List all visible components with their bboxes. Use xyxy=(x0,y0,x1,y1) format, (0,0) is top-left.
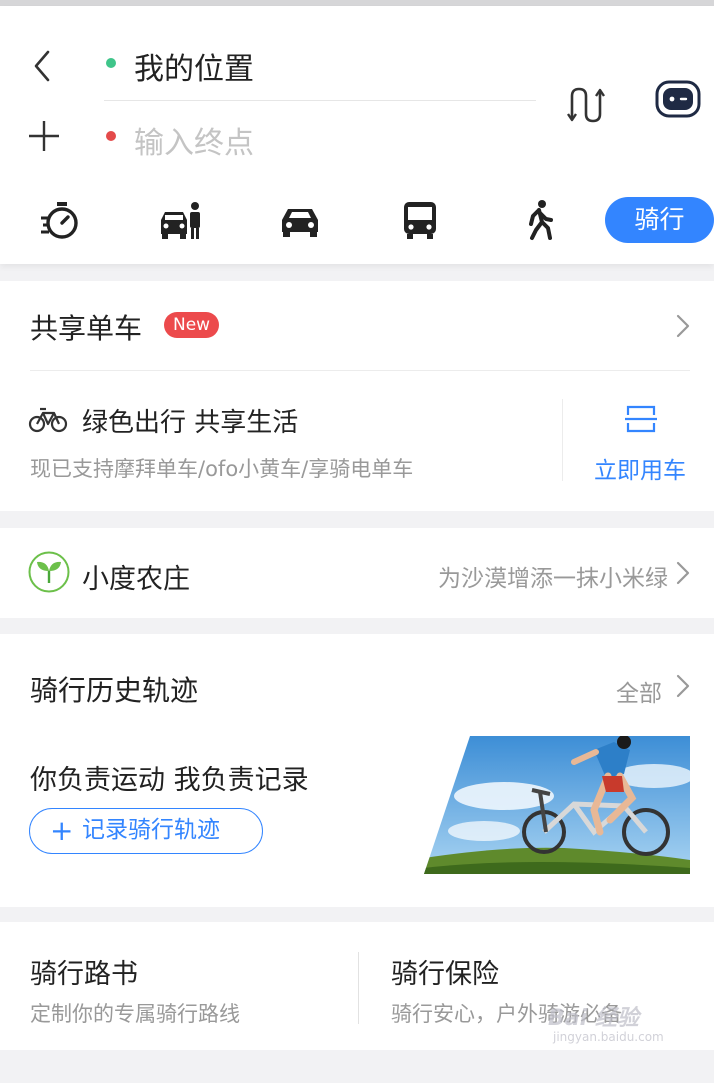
bus-icon[interactable] xyxy=(398,198,442,242)
chevron-right-icon[interactable] xyxy=(676,314,690,338)
mode-cycling-tab[interactable]: 骑行 xyxy=(605,197,714,243)
insurance-title[interactable]: 骑行保险 xyxy=(391,952,499,991)
farm-card[interactable]: 小度农庄 为沙漠增添一抹小米绿 xyxy=(0,528,714,618)
shared-bike-card: 共享单车 New 绿色出行 共享生活 现已支持摩拜单车/ofo小黄车/享骑电单车… xyxy=(0,281,714,511)
new-badge: New xyxy=(164,312,220,338)
vertical-divider xyxy=(562,399,563,481)
add-waypoint-icon[interactable] xyxy=(26,118,62,154)
divider xyxy=(30,370,690,371)
plus-icon: + xyxy=(50,814,74,847)
chevron-right-icon[interactable] xyxy=(676,674,690,698)
robot-assistant-icon[interactable] xyxy=(655,80,701,118)
destination-input[interactable]: 输入终点 xyxy=(134,118,254,162)
history-slogan: 你负责运动 我负责记录 xyxy=(30,765,309,796)
swap-route-icon[interactable] xyxy=(566,84,606,126)
car-icon[interactable] xyxy=(278,198,322,242)
supported-providers: 现已支持摩拜单车/ofo小黄车/享骑电单车 xyxy=(30,457,414,481)
walk-icon[interactable] xyxy=(518,198,562,242)
sprout-icon xyxy=(28,551,70,593)
input-divider xyxy=(104,100,536,101)
history-all-link[interactable]: 全部 xyxy=(616,674,662,708)
route-book-title[interactable]: 骑行路书 xyxy=(30,952,138,991)
record-track-button[interactable]: + 记录骑行轨迹 xyxy=(29,808,263,854)
back-arrow-icon[interactable] xyxy=(28,46,58,86)
cyclist-photo xyxy=(424,736,690,874)
timer-icon[interactable] xyxy=(38,198,82,242)
vertical-divider xyxy=(358,952,359,1024)
start-dot xyxy=(106,58,116,68)
cycling-history-card: 骑行历史轨迹 全部 你负责运动 我负责记录 + 记录骑行轨迹 xyxy=(0,634,714,907)
route-header: 我的位置 输入终点 骑行 xyxy=(0,6,714,264)
end-dot xyxy=(106,131,116,141)
bicycle-icon xyxy=(28,407,68,433)
use-bike-now-button[interactable]: 立即用车 xyxy=(594,451,686,485)
record-track-label: 记录骑行轨迹 xyxy=(82,817,220,843)
watermark-url: jingyan.baidu.com xyxy=(553,1030,664,1044)
scan-icon[interactable] xyxy=(624,403,658,435)
route-book-subtitle: 定制你的专属骑行路线 xyxy=(30,1002,240,1026)
taxi-icon[interactable] xyxy=(158,198,202,242)
start-location-field[interactable]: 我的位置 xyxy=(134,44,254,88)
shared-bike-title[interactable]: 共享单车 xyxy=(30,307,142,347)
shared-bike-slogan: 绿色出行 共享生活 xyxy=(82,408,299,438)
baidu-watermark: Bai 经验 xyxy=(548,1006,639,1031)
farm-title: 小度农庄 xyxy=(82,564,190,595)
chevron-right-icon[interactable] xyxy=(676,561,690,585)
history-title: 骑行历史轨迹 xyxy=(30,674,199,707)
farm-description: 为沙漠增添一抹小米绿 xyxy=(438,566,668,592)
